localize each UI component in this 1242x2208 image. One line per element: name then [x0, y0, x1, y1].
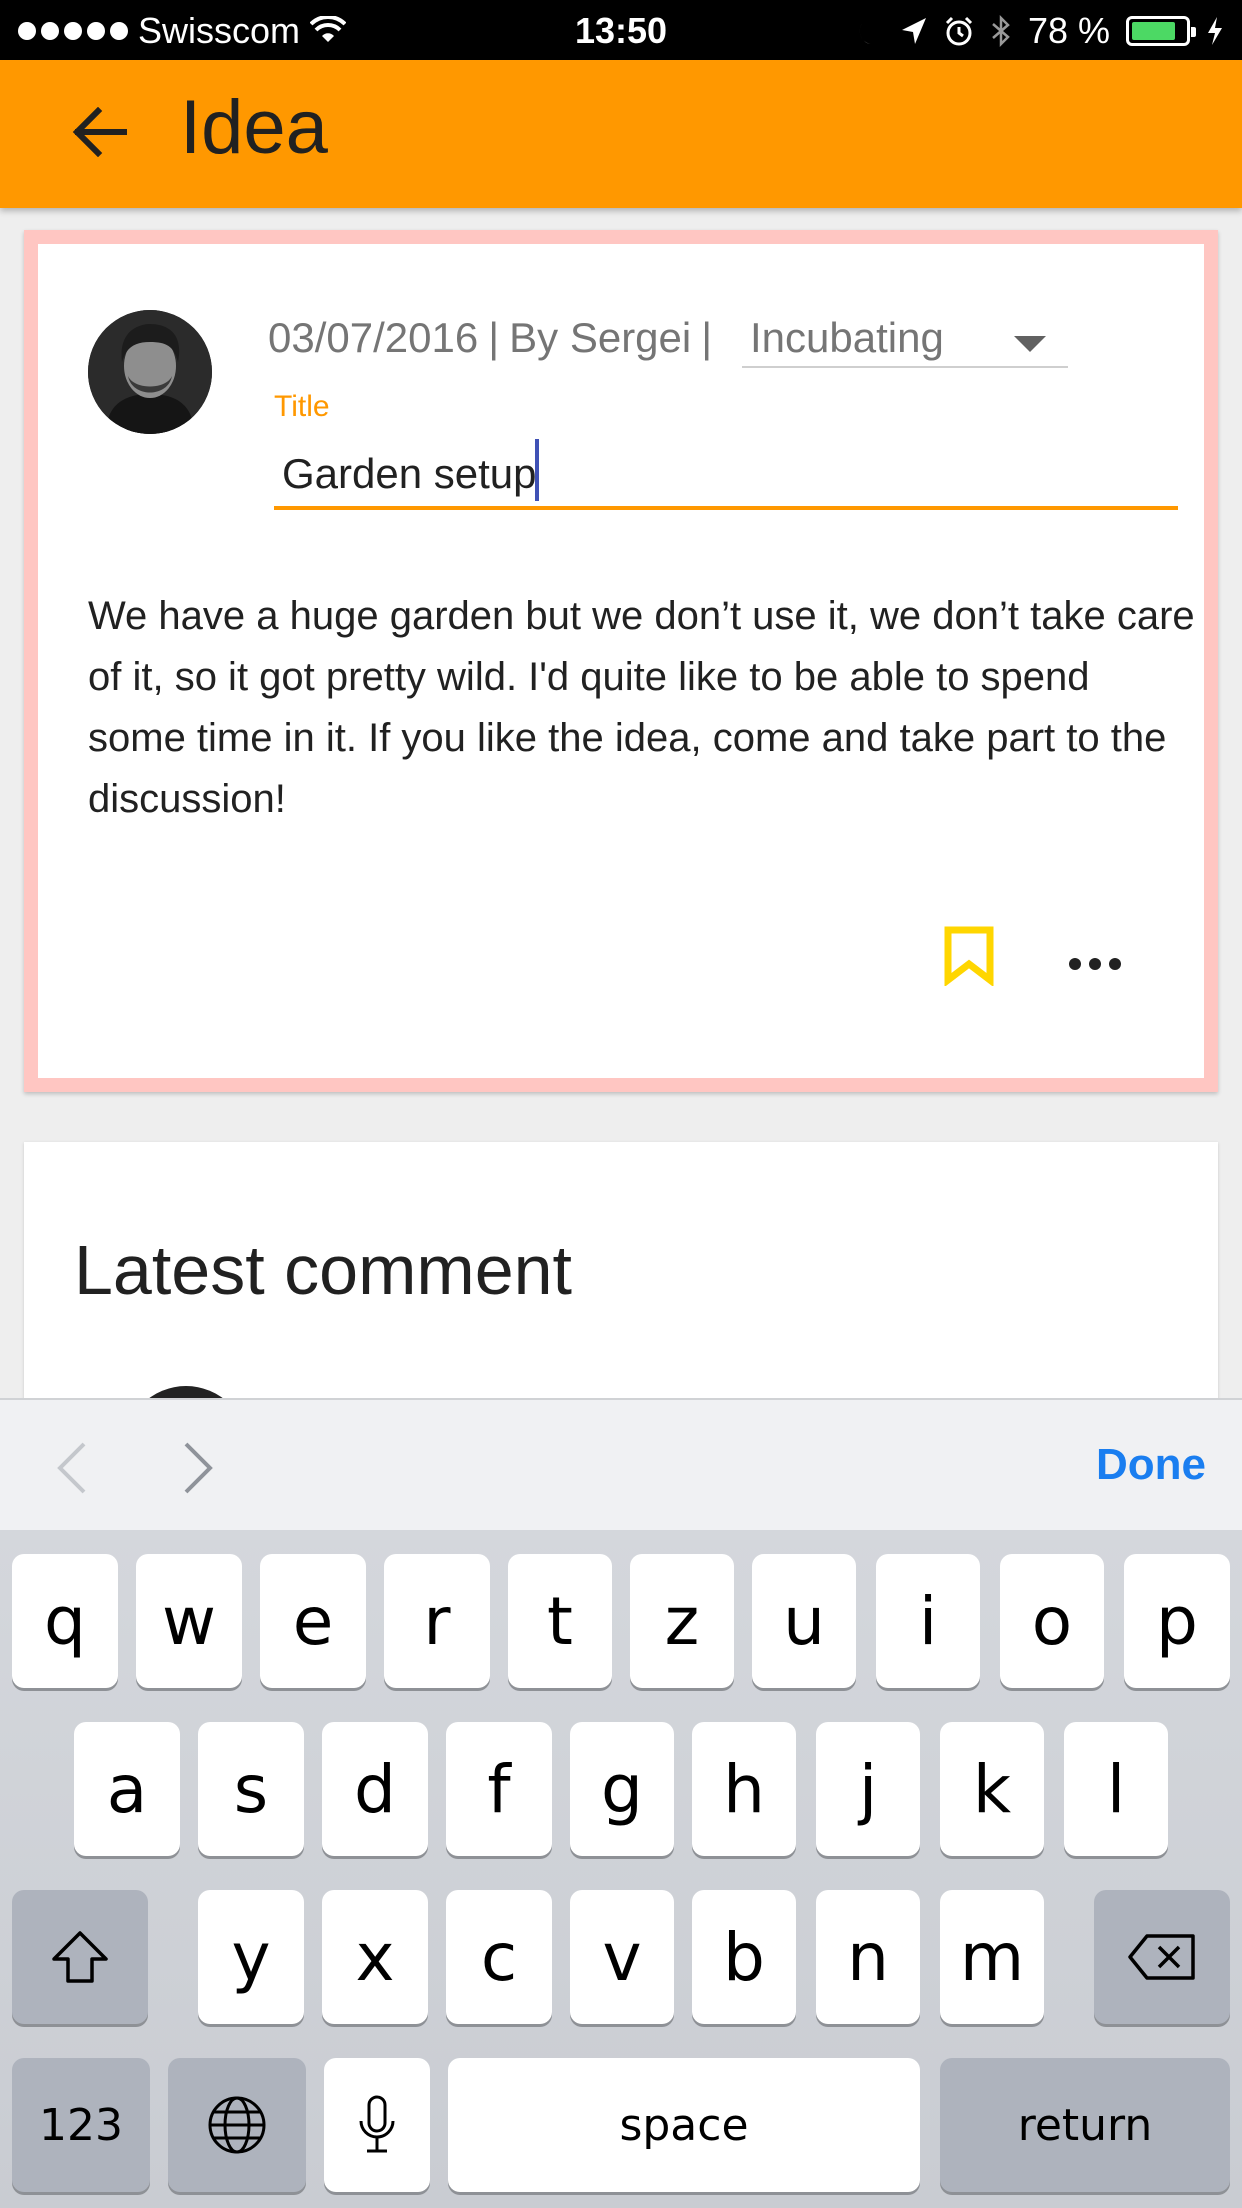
- key-d[interactable]: d: [322, 1722, 428, 1856]
- key-u[interactable]: u: [752, 1554, 856, 1688]
- idea-meta: 03/07/2016 | By Sergei |: [268, 314, 712, 362]
- dropdown-arrow-icon: [1014, 336, 1046, 352]
- key-i[interactable]: i: [876, 1554, 980, 1688]
- next-field-button[interactable]: [178, 1438, 238, 1498]
- backspace-icon: [1128, 1934, 1195, 1980]
- more-options-button[interactable]: [1060, 934, 1130, 994]
- status-value: Incubating: [750, 314, 944, 361]
- key-r[interactable]: r: [384, 1554, 490, 1688]
- key-s[interactable]: s: [198, 1722, 304, 1856]
- return-key[interactable]: return: [940, 2058, 1230, 2192]
- title-text: Garden setup: [282, 450, 537, 497]
- latest-comment-heading: Latest comment: [74, 1231, 572, 1309]
- moon-icon: [859, 18, 876, 45]
- key-c[interactable]: c: [446, 1890, 552, 2024]
- more-dot-icon: [1069, 958, 1081, 970]
- author-avatar: [88, 310, 212, 434]
- chevron-right-icon: [184, 1442, 213, 1494]
- bookmark-icon: [944, 926, 994, 988]
- key-k[interactable]: k: [940, 1722, 1044, 1856]
- idea-date: 03/07/2016: [268, 314, 479, 361]
- key-g[interactable]: g: [570, 1722, 674, 1856]
- dictation-key[interactable]: [324, 2058, 430, 2192]
- key-f[interactable]: f: [446, 1722, 552, 1856]
- page-title: Idea: [180, 85, 328, 170]
- numbers-key[interactable]: 123: [12, 2058, 150, 2192]
- key-v[interactable]: v: [570, 1890, 674, 2024]
- keyboard: q w e r t z u i o p a s d f g h j k l y …: [0, 1530, 1242, 2208]
- charging-bolt-icon: [1208, 17, 1222, 45]
- location-arrow-icon: [901, 18, 926, 44]
- more-dot-icon: [1089, 958, 1101, 970]
- keyboard-accessory-bar: Done: [0, 1398, 1242, 1530]
- globe-icon: [208, 2096, 266, 2154]
- app-bar: Idea: [0, 60, 1242, 208]
- key-y[interactable]: y: [198, 1890, 304, 2024]
- key-h[interactable]: h: [692, 1722, 796, 1856]
- key-l[interactable]: l: [1064, 1722, 1168, 1856]
- alarm-icon: [945, 16, 972, 46]
- key-t[interactable]: t: [508, 1554, 612, 1688]
- latest-comment-card: Latest comment: [24, 1142, 1218, 1402]
- bluetooth-icon: [992, 15, 1010, 47]
- bookmark-button[interactable]: [944, 926, 1014, 998]
- key-b[interactable]: b: [692, 1890, 796, 2024]
- title-field-label: Title: [274, 390, 330, 423]
- meta-separator: |: [701, 314, 713, 361]
- more-dot-icon: [1109, 958, 1121, 970]
- key-m[interactable]: m: [940, 1890, 1044, 2024]
- text-cursor: [534, 438, 539, 501]
- previous-field-button[interactable]: [52, 1438, 112, 1498]
- shift-icon: [52, 1931, 108, 1983]
- status-icons: 78 %: [856, 10, 1224, 52]
- chevron-left-icon: [57, 1442, 86, 1494]
- title-input-value: Garden setup: [282, 438, 539, 501]
- key-w[interactable]: w: [136, 1554, 242, 1688]
- key-x[interactable]: x: [322, 1890, 428, 2024]
- battery-icon: [1126, 16, 1196, 46]
- arrow-left-icon: [72, 107, 127, 157]
- meta-separator: |: [488, 314, 500, 361]
- idea-author: By Sergei: [509, 314, 692, 361]
- status-bar: Swisscom 13:50 78 %: [0, 0, 1242, 60]
- battery-percent: 78 %: [1027, 10, 1110, 51]
- key-e[interactable]: e: [260, 1554, 366, 1688]
- microphone-icon: [359, 2095, 395, 2153]
- key-n[interactable]: n: [816, 1890, 920, 2024]
- key-a[interactable]: a: [74, 1722, 180, 1856]
- shift-key[interactable]: [12, 1890, 148, 2024]
- space-key[interactable]: space: [448, 2058, 920, 2192]
- key-j[interactable]: j: [816, 1722, 920, 1856]
- key-z[interactable]: z: [630, 1554, 734, 1688]
- key-q[interactable]: q: [12, 1554, 118, 1688]
- back-button[interactable]: [56, 88, 144, 176]
- key-o[interactable]: o: [1000, 1554, 1104, 1688]
- done-button[interactable]: Done: [1096, 1440, 1206, 1490]
- key-p[interactable]: p: [1124, 1554, 1230, 1688]
- title-input[interactable]: Garden setup: [274, 438, 1178, 510]
- globe-key[interactable]: [168, 2058, 306, 2192]
- idea-description: We have a huge garden but we don’t use i…: [88, 594, 1195, 821]
- status-dropdown[interactable]: Incubating: [742, 310, 1068, 368]
- backspace-key[interactable]: [1094, 1890, 1230, 2024]
- idea-card: 03/07/2016 | By Sergei | Incubating Titl…: [24, 230, 1218, 1092]
